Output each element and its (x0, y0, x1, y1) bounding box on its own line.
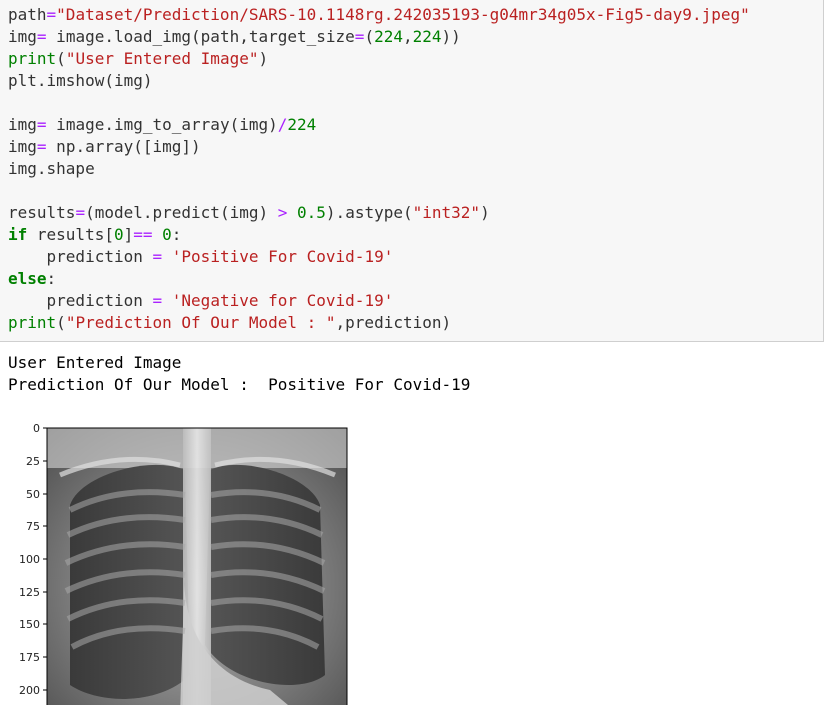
y-tick-label: 150 (19, 618, 40, 631)
code-line-11: if results[0]== 0: (8, 225, 182, 244)
code-line-10: results=(model.predict(img) > 0.5).astyp… (8, 203, 490, 222)
y-axis: 0 25 50 75 100 125 150 175 200 (19, 422, 47, 697)
y-tick-label: 50 (26, 488, 40, 501)
code-line-4: plt.imshow(img) (8, 71, 153, 90)
y-tick-label: 175 (19, 651, 40, 664)
code-line-15: print("Prediction Of Our Model : ",predi… (8, 313, 452, 332)
output-line-2: Prediction Of Our Model : Positive For C… (8, 375, 471, 394)
image-plot: 0 25 50 75 100 125 150 175 200 (0, 415, 360, 705)
xray-image (47, 428, 347, 705)
code-line-2: img= image.load_img(path,target_size=(22… (8, 27, 461, 46)
y-tick-label: 0 (33, 422, 40, 435)
code-line-12: prediction = 'Positive For Covid-19' (46, 247, 394, 266)
plot-svg: 0 25 50 75 100 125 150 175 200 (19, 422, 348, 705)
output-line-1: User Entered Image (8, 353, 182, 372)
y-tick-label: 200 (19, 684, 40, 697)
code-line-13: else: (8, 269, 57, 288)
code-line-3: print("User Entered Image") (8, 49, 269, 68)
y-tick-label: 100 (19, 553, 40, 566)
code-line-7: img= np.array([img]) (8, 137, 201, 156)
cell-output: User Entered Image Prediction Of Our Mod… (8, 352, 470, 396)
y-tick-label: 125 (19, 586, 40, 599)
y-tick-label: 75 (26, 520, 40, 533)
code-line-14: prediction = 'Negative for Covid-19' (46, 291, 394, 310)
code-line-1: path="Dataset/Prediction/SARS-10.1148rg.… (8, 5, 750, 24)
code-cell[interactable]: path="Dataset/Prediction/SARS-10.1148rg.… (0, 0, 824, 342)
code-line-6: img= image.img_to_array(img)/224 (8, 115, 317, 134)
y-tick-label: 25 (26, 455, 40, 468)
code-line-8: img.shape (8, 159, 95, 178)
